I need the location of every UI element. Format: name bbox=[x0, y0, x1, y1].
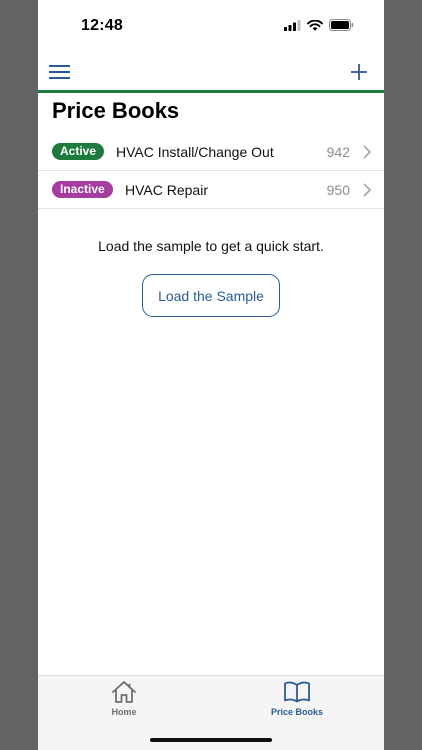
price-book-count: 942 bbox=[326, 144, 350, 160]
open-book-icon bbox=[284, 681, 310, 703]
status-badge: Inactive bbox=[52, 181, 113, 198]
sample-prompt: Load the sample to get a quick start. bbox=[98, 238, 324, 254]
tab-home-label: Home bbox=[111, 707, 137, 717]
home-indicator bbox=[150, 738, 272, 742]
hamburger-menu-icon bbox=[49, 65, 70, 79]
chevron-right-icon bbox=[363, 183, 371, 197]
price-book-row[interactable]: Active HVAC Install/Change Out 942 bbox=[38, 133, 384, 171]
phone-screen: 12:48 Price Books Active HVAC Install/Ch… bbox=[38, 0, 384, 750]
wifi-icon bbox=[307, 19, 323, 31]
load-sample-button[interactable]: Load the Sample bbox=[142, 274, 280, 317]
house-icon bbox=[112, 681, 136, 703]
price-book-count: 950 bbox=[326, 182, 350, 198]
tab-price-books-label: Price Books bbox=[270, 707, 324, 717]
menu-button[interactable] bbox=[47, 60, 73, 84]
tab-home[interactable]: Home bbox=[64, 680, 184, 724]
page-title: Price Books bbox=[52, 98, 180, 123]
status-icons bbox=[284, 19, 354, 31]
navbar-accent-line bbox=[38, 90, 384, 93]
status-time: 12:48 bbox=[81, 17, 123, 34]
price-book-row[interactable]: Inactive HVAC Repair 950 bbox=[38, 171, 384, 209]
status-bar: 12:48 bbox=[38, 0, 384, 52]
tab-price-books[interactable]: Price Books bbox=[237, 680, 357, 724]
add-button[interactable] bbox=[346, 60, 372, 84]
status-badge: Active bbox=[52, 143, 105, 160]
cellular-signal-icon bbox=[284, 19, 301, 31]
price-book-list: Active HVAC Install/Change Out 942 Inact… bbox=[38, 133, 384, 209]
chevron-right-icon bbox=[363, 145, 371, 159]
plus-icon bbox=[351, 64, 367, 80]
price-book-name: HVAC Repair bbox=[125, 182, 208, 198]
price-book-name: HVAC Install/Change Out bbox=[116, 144, 274, 160]
navigation-bar bbox=[38, 52, 384, 90]
battery-icon bbox=[329, 19, 354, 31]
